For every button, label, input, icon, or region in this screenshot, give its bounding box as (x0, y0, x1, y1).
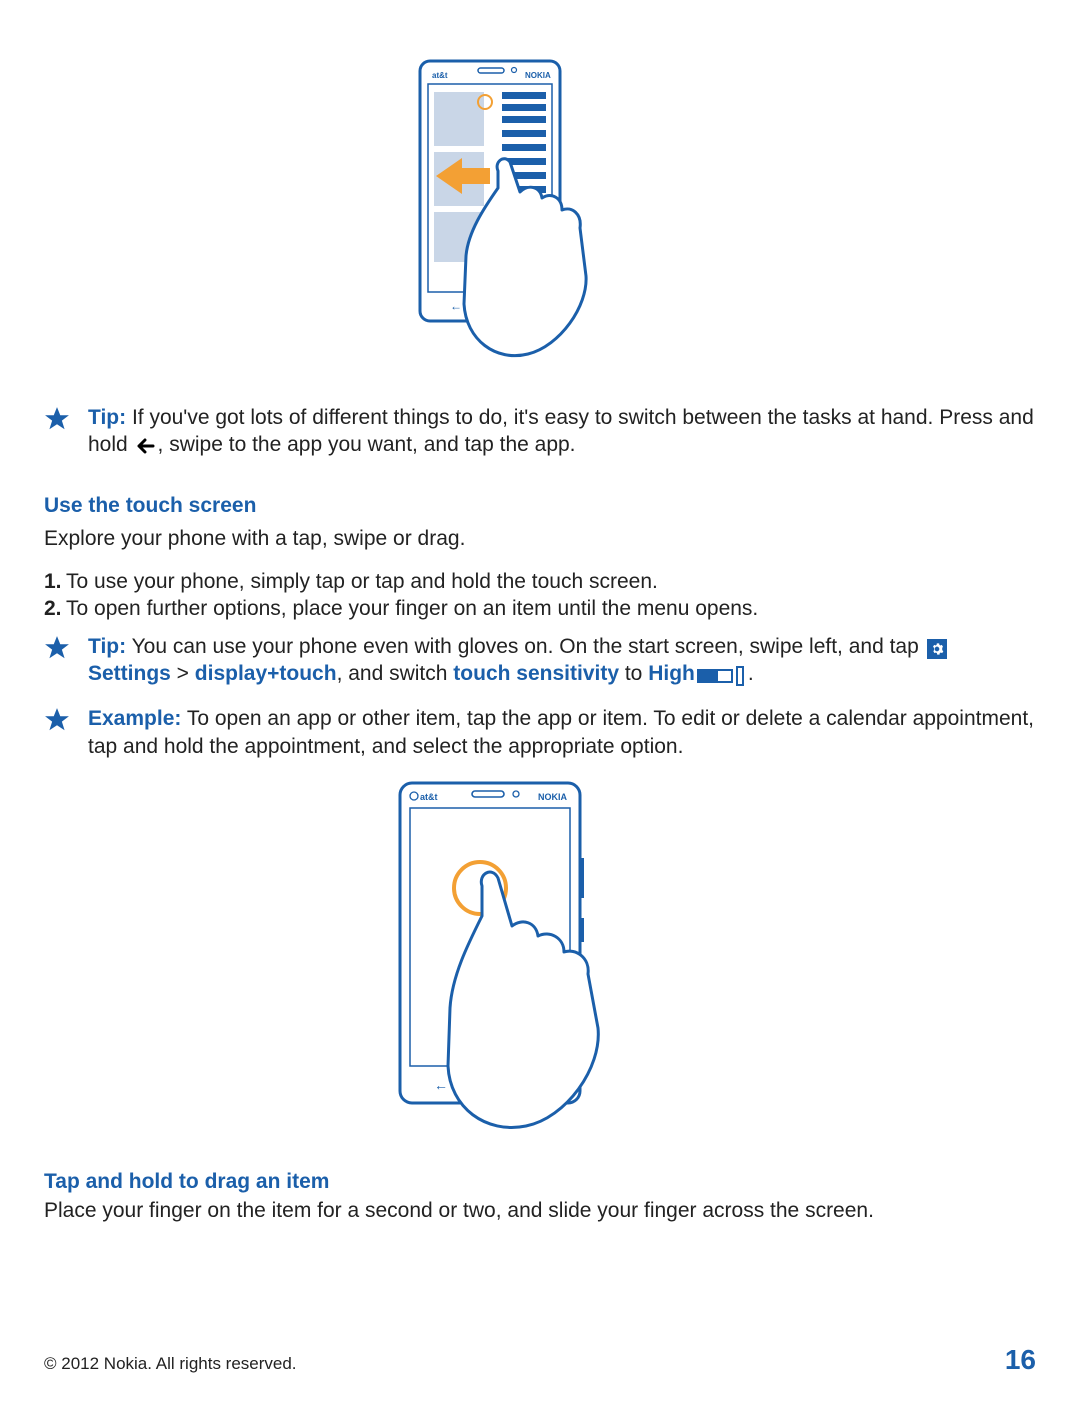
displaytouch-label: display+touch (195, 662, 337, 685)
svg-text:←: ← (450, 299, 462, 313)
tip2-t2: , and switch (337, 662, 454, 685)
tap-illustration-svg: at&t NOKIA ← (390, 778, 690, 1138)
tip-label: Tip: (88, 406, 126, 429)
tip2-t1: You can use your phone even with gloves … (126, 635, 925, 658)
svg-text:NOKIA: NOKIA (538, 792, 568, 802)
star-icon (44, 705, 88, 733)
settings-label: Settings (88, 662, 171, 685)
tip-callout-2: Tip: You can use your phone even with gl… (44, 633, 1036, 688)
star-icon (44, 633, 88, 661)
page-footer: © 2012 Nokia. All rights reserved. 16 (44, 1342, 1036, 1378)
example-label: Example: (88, 707, 181, 730)
back-arrow-icon (136, 434, 156, 461)
tip-callout-1: Tip: If you've got lots of different thi… (44, 404, 1036, 462)
svg-text:at&t: at&t (420, 792, 438, 802)
drag-text: Place your finger on the item for a seco… (44, 1197, 1036, 1224)
heading-tap-hold-drag: Tap and hold to drag an item (44, 1168, 1036, 1195)
tip-label: Tip: (88, 635, 126, 658)
steps-list: 1. To use your phone, simply tap or tap … (44, 568, 1036, 623)
gear-icon (927, 639, 947, 659)
copyright: © 2012 Nokia. All rights reserved. (44, 1353, 297, 1375)
star-icon (44, 404, 88, 432)
step-1: 1. To use your phone, simply tap or tap … (44, 568, 1036, 595)
gt: > (171, 662, 195, 685)
illustration-swipe: at&t NOKIA ← (44, 56, 1036, 376)
swipe-illustration-svg: at&t NOKIA ← (410, 56, 670, 376)
tip2-period: . (748, 662, 754, 685)
example-text: To open an app or other item, tap the ap… (88, 707, 1034, 757)
page-number: 16 (1005, 1342, 1036, 1378)
svg-text:at&t: at&t (432, 71, 448, 80)
illustration-tap: at&t NOKIA ← (44, 778, 1036, 1138)
touch-intro: Explore your phone with a tap, swipe or … (44, 525, 1036, 552)
tip1-text-after: , swipe to the app you want, and tap the… (158, 433, 576, 456)
touch-sensitivity-label: touch sensitivity (453, 662, 619, 685)
example-callout: Example: To open an app or other item, t… (44, 705, 1036, 760)
toggle-icon (697, 666, 744, 686)
svg-text:NOKIA: NOKIA (525, 71, 551, 80)
svg-text:←: ← (434, 1077, 448, 1093)
step-2: 2. To open further options, place your f… (44, 595, 1036, 622)
heading-use-touch-screen: Use the touch screen (44, 492, 1036, 519)
tip2-t3: to (619, 662, 648, 685)
high-label: High (648, 662, 695, 685)
